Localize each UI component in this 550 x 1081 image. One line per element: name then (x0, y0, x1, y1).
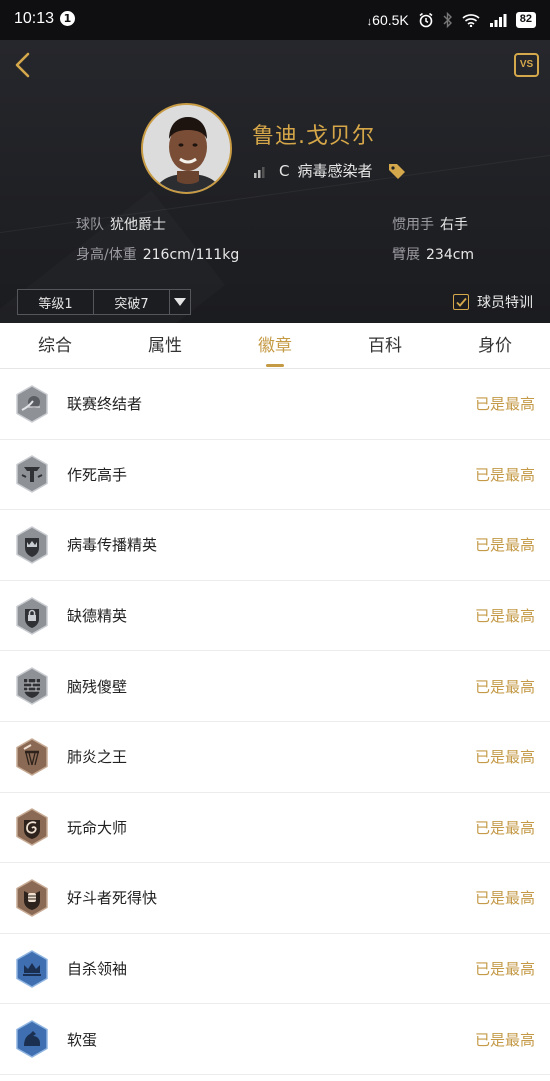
tab-encyclopedia-label: 百科 (368, 336, 402, 356)
badge-row[interactable]: 脑残傻壁 已是最高 (0, 651, 550, 722)
tab-overview[interactable]: 综合 (0, 323, 110, 368)
badge-name: 软蛋 (67, 1030, 98, 1049)
swirl-badge-icon (16, 808, 48, 847)
rating-bars-icon (254, 166, 265, 178)
team-label: 球队 (76, 217, 104, 233)
level-dropdown-toggle[interactable] (170, 290, 190, 314)
badge-row[interactable]: 肺炎之王 已是最高 (0, 722, 550, 793)
bluetooth-icon (443, 12, 452, 28)
status-bar: 10:13 1 ↓60.5K 82 (0, 0, 550, 40)
tab-overview-label: 综合 (38, 336, 72, 356)
wingspan-info: 臂展 234cm (392, 244, 474, 264)
badge-status: 已是最高 (474, 465, 535, 484)
hand-label: 惯用手 (392, 217, 434, 233)
alarm-icon (419, 12, 433, 28)
badge-status: 已是最高 (474, 748, 535, 767)
crown-badge-icon (16, 949, 48, 988)
badge-row[interactable]: 玩命大师 已是最高 (0, 793, 550, 864)
badge-status: 已是最高 (474, 607, 535, 626)
badge-status: 已是最高 (474, 960, 535, 979)
network-speed-text: 60.5K (372, 12, 409, 28)
tag-icon[interactable] (387, 161, 407, 181)
badge-row[interactable]: 缺德精英 已是最高 (0, 581, 550, 652)
badge-name: 肺炎之王 (67, 748, 128, 767)
special-training-label: 球员特训 (477, 295, 533, 311)
wingspan-label: 臂展 (392, 247, 420, 263)
basketball-dunk-badge-icon (16, 384, 48, 423)
badge-row[interactable]: 软蛋 已是最高 (0, 1004, 550, 1075)
body-value: 216cm/111kg (142, 247, 240, 263)
badge-list: 联赛终结者 已是最高 作死高手 已是最高 病毒传播精英 已是最高 缺德精英 已是… (0, 369, 550, 1075)
badge-row[interactable]: 作死高手 已是最高 (0, 440, 550, 511)
wifi-icon (462, 14, 480, 27)
battery-indicator: 82 (515, 12, 536, 28)
badge-name: 玩命大师 (67, 818, 128, 837)
special-training-toggle[interactable]: 球员特训 (453, 292, 533, 312)
breakthrough-select[interactable]: 突破7 (94, 290, 170, 314)
badge-name: 联赛终结者 (67, 395, 143, 414)
player-name: 鲁迪.戈贝尔 (252, 124, 375, 149)
flex-arm-badge-icon (16, 1020, 48, 1059)
shield-t-badge-icon (16, 455, 48, 494)
network-speed: ↓60.5K (367, 12, 409, 28)
notification-count-badge: 1 (60, 11, 75, 26)
badge-status: 已是最高 (474, 1030, 535, 1049)
badge-name: 缺德精英 (67, 607, 128, 626)
brick-wall-badge-icon (16, 667, 48, 706)
badge-row[interactable]: 自杀领袖 已是最高 (0, 934, 550, 1005)
badge-name: 自杀领袖 (67, 960, 128, 979)
chevron-left-icon (15, 52, 30, 78)
tab-bar: 综合 属性 徽章 百科 身价 (0, 323, 550, 369)
badge-name: 作死高手 (67, 465, 128, 484)
player-portrait (143, 105, 230, 192)
badge-status: 已是最高 (474, 395, 535, 414)
level-select[interactable]: 等级1 (18, 290, 94, 314)
special-training-checkbox[interactable] (453, 294, 469, 310)
badge-row[interactable]: 好斗者死得快 已是最高 (0, 863, 550, 934)
badge-status: 已是最高 (474, 889, 535, 908)
badge-row[interactable]: 联赛终结者 已是最高 (0, 369, 550, 440)
tab-badges[interactable]: 徽章 (220, 323, 330, 368)
badge-name: 病毒传播精英 (67, 536, 158, 555)
tab-encyclopedia[interactable]: 百科 (330, 323, 440, 368)
badge-name: 好斗者死得快 (67, 889, 158, 908)
level-selector[interactable]: 等级1 突破7 (17, 289, 191, 315)
player-header: VS 鲁迪.戈贝尔 C 病毒感染者 球队 犹他爵士 惯用手 右手 身高/体重 216c… (0, 40, 550, 323)
shield-crown-badge-icon (16, 526, 48, 564)
compare-vs-button[interactable]: VS (514, 53, 539, 77)
cell-signal-icon (489, 14, 507, 27)
hoop-net-badge-icon (16, 737, 48, 776)
wingspan-value: 234cm (426, 247, 475, 263)
body-label: 身高/体重 (76, 247, 137, 263)
hand-value: 右手 (440, 217, 468, 233)
badge-status: 已是最高 (474, 536, 535, 555)
tab-value-label: 身价 (478, 336, 512, 356)
status-icons: ↓60.5K 82 (367, 9, 536, 31)
badge-name: 脑残傻壁 (67, 677, 128, 696)
body-info: 身高/体重 216cm/111kg (76, 244, 239, 264)
player-position: C (279, 161, 290, 180)
fist-badge-icon (16, 879, 48, 917)
badge-row[interactable]: 病毒传播精英 已是最高 (0, 510, 550, 581)
badge-status: 已是最高 (474, 818, 535, 837)
tab-attributes[interactable]: 属性 (110, 323, 220, 368)
checkmark-icon (455, 297, 467, 307)
back-button[interactable] (12, 52, 36, 78)
player-avatar (141, 103, 232, 194)
status-time: 10:13 (14, 10, 55, 27)
badge-status: 已是最高 (474, 677, 535, 696)
tab-active-indicator (266, 364, 284, 367)
position-row: C 病毒感染者 (253, 160, 407, 181)
team-value: 犹他爵士 (110, 217, 166, 233)
team-info: 球队 犹他爵士 (76, 214, 166, 234)
tab-value[interactable]: 身价 (440, 323, 550, 368)
triangle-down-icon (174, 298, 186, 306)
tab-badges-label: 徽章 (258, 336, 292, 356)
hand-info: 惯用手 右手 (392, 214, 468, 234)
tab-attributes-label: 属性 (148, 336, 182, 356)
player-archetype: 病毒感染者 (297, 162, 373, 180)
shield-lock-badge-icon (16, 596, 48, 635)
